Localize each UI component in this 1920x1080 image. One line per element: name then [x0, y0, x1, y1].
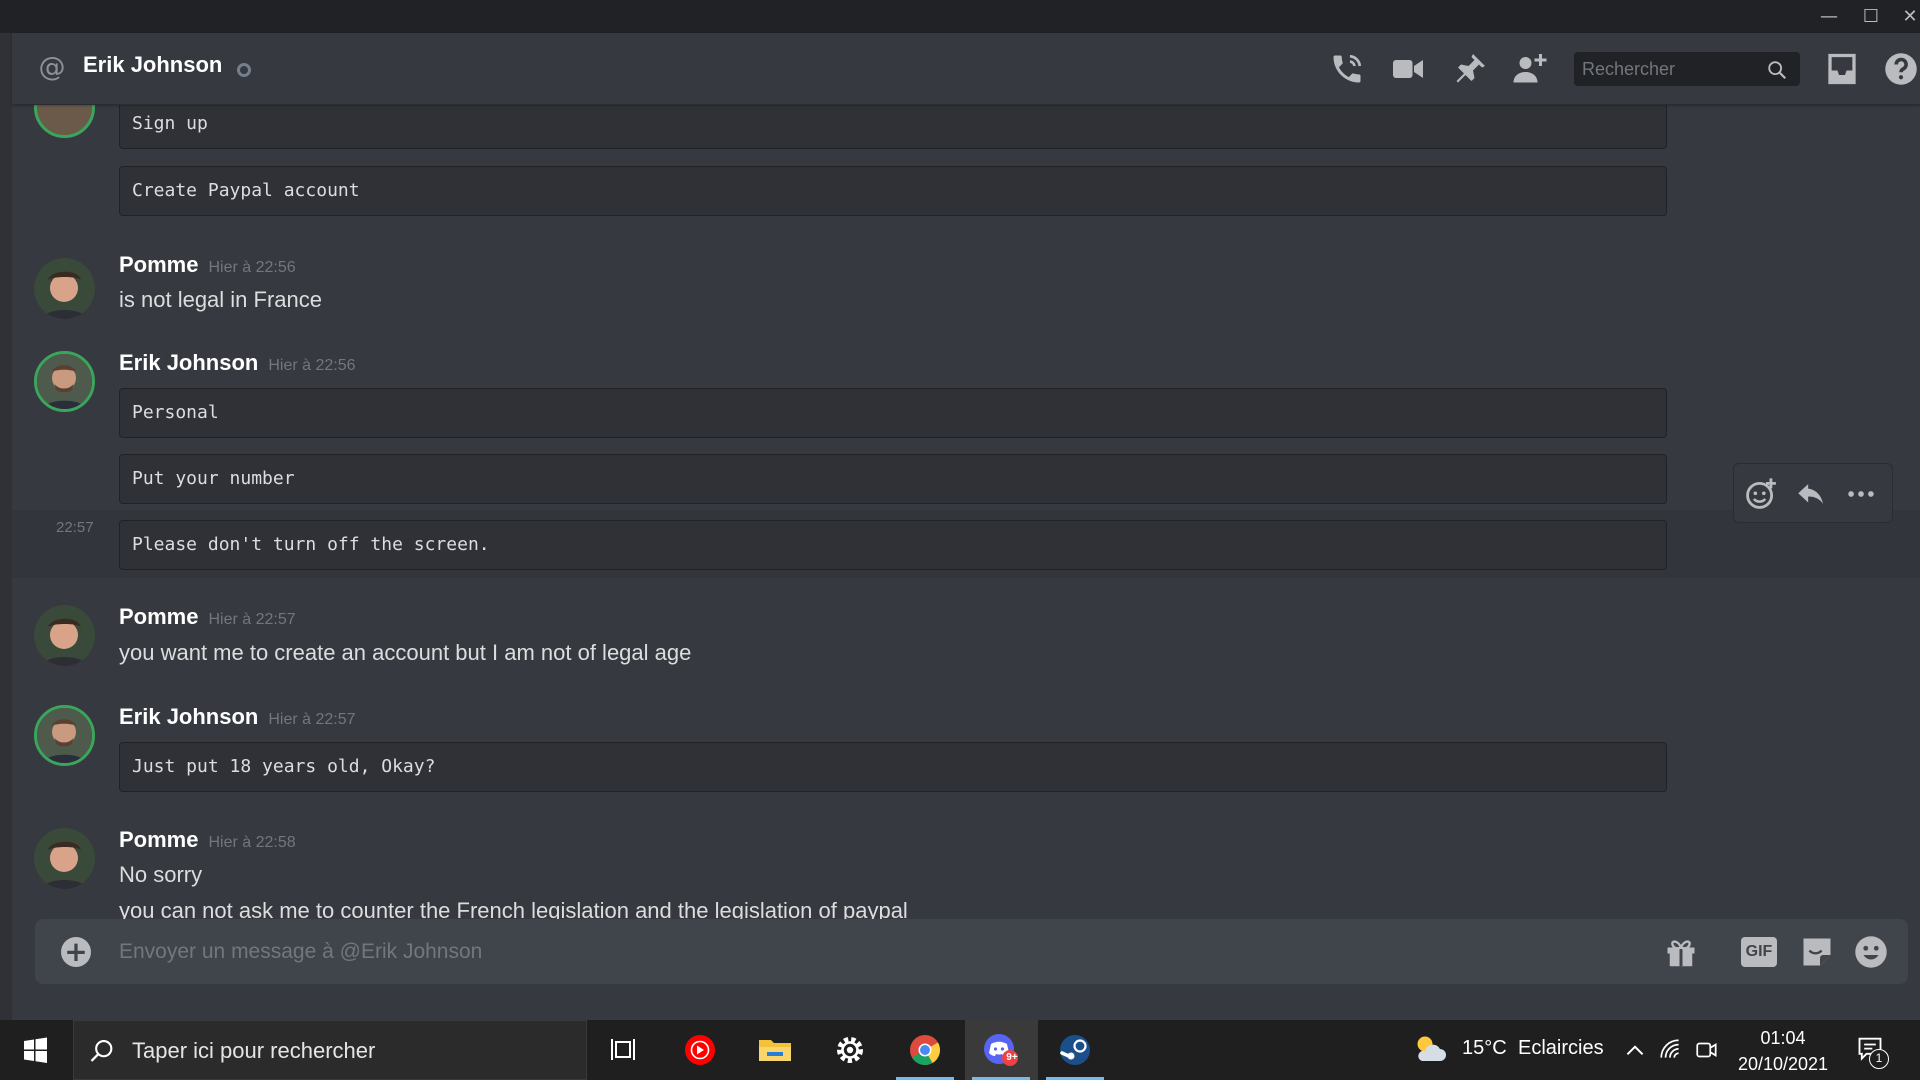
task-view-icon[interactable]: [590, 1020, 660, 1080]
clock-time: 01:04: [1760, 1028, 1806, 1048]
weather-temp: 15°C: [1462, 1037, 1507, 1059]
meet-now-icon[interactable]: [1694, 1037, 1720, 1063]
taskbar-search-box[interactable]: Taper ici pour rechercher: [73, 1020, 587, 1080]
message-author[interactable]: Pomme Hier à 22:58: [119, 827, 296, 853]
message-actions-toolbar: [1733, 463, 1893, 523]
avatar-image: [37, 354, 92, 409]
partly-sunny-icon: [1417, 1036, 1446, 1061]
discord-icon: [984, 1034, 1018, 1066]
chrome-icon[interactable]: [890, 1020, 960, 1080]
add-reaction-icon[interactable]: [1744, 477, 1778, 511]
steam-icon[interactable]: [1040, 1020, 1110, 1080]
message-timestamp: Hier à 22:56: [208, 259, 296, 276]
at-icon: @: [38, 52, 66, 83]
author-name[interactable]: Pomme: [119, 252, 198, 277]
code-block: Personal: [119, 388, 1667, 438]
author-name[interactable]: Pomme: [119, 827, 198, 852]
taskbar-search-placeholder: Taper ici pour rechercher: [132, 1038, 376, 1063]
notification-count-badge: 1: [1869, 1049, 1889, 1069]
code-block: Put your number: [119, 454, 1667, 504]
chevron-up-icon[interactable]: [1622, 1037, 1648, 1063]
emoji-icon[interactable]: [1853, 934, 1889, 970]
code-block: Please don't turn off the screen.: [119, 520, 1667, 570]
discord-taskbar-button[interactable]: 9+: [965, 1020, 1038, 1080]
avatar-image: [34, 605, 95, 666]
message-list: Sign up Create Paypal account Pomme Hier …: [12, 105, 1920, 920]
gif-icon[interactable]: GIF: [1741, 937, 1777, 967]
video-icon[interactable]: [1390, 51, 1426, 87]
author-name[interactable]: Pomme: [119, 604, 198, 629]
code-block: Just put 18 years old, Okay?: [119, 742, 1667, 792]
gift-icon[interactable]: [1663, 934, 1699, 970]
message-composer: + GIF: [35, 919, 1908, 984]
left-edge: [0, 33, 12, 1020]
message-author[interactable]: Pomme Hier à 22:57: [119, 604, 296, 630]
message-timestamp: Hier à 22:56: [268, 357, 356, 374]
avatar[interactable]: [34, 828, 95, 889]
more-icon[interactable]: [1844, 477, 1878, 511]
message-author[interactable]: Pomme Hier à 22:56: [119, 252, 296, 278]
settings-icon[interactable]: [815, 1020, 885, 1080]
code-block: Create Paypal account: [119, 166, 1667, 216]
code-block: Sign up: [119, 105, 1667, 149]
search-box[interactable]: [1574, 52, 1800, 86]
youtube-music-icon[interactable]: [665, 1020, 735, 1080]
avatar-image: [37, 708, 92, 763]
message-author[interactable]: Erik Johnson Hier à 22:57: [119, 704, 356, 730]
author-name[interactable]: Erik Johnson: [119, 350, 258, 375]
close-button[interactable]: ✕: [1890, 0, 1920, 33]
pin-icon[interactable]: [1452, 51, 1488, 87]
search-icon: [90, 1040, 113, 1062]
minimize-button[interactable]: —: [1809, 0, 1849, 33]
inbox-icon[interactable]: [1824, 51, 1860, 87]
help-icon[interactable]: [1883, 51, 1919, 87]
channel-header: @ Erik Johnson: [12, 33, 1920, 105]
file-explorer-icon[interactable]: [740, 1020, 810, 1080]
avatar[interactable]: [34, 705, 95, 766]
network-icon[interactable]: [1658, 1037, 1684, 1063]
message-text: you want me to create an account but I a…: [119, 640, 692, 665]
search-icon: [1768, 61, 1787, 80]
notifications-button[interactable]: 1: [1856, 1034, 1890, 1069]
add-friend-icon[interactable]: [1512, 51, 1548, 87]
avatar[interactable]: [34, 105, 95, 138]
message-text: is not legal in France: [119, 287, 322, 312]
taskbar-clock[interactable]: 01:04 20/10/2021: [1728, 1025, 1838, 1077]
message-timestamp: Hier à 22:57: [268, 711, 356, 728]
message-author[interactable]: Erik Johnson Hier à 22:56: [119, 350, 356, 376]
message-input[interactable]: [119, 919, 1619, 984]
maximize-button[interactable]: ☐: [1851, 0, 1891, 33]
status-indicator: [237, 63, 251, 77]
message-timestamp: Hier à 22:57: [208, 611, 296, 628]
avatar[interactable]: [34, 351, 95, 412]
avatar[interactable]: [34, 258, 95, 319]
author-name[interactable]: Erik Johnson: [119, 704, 258, 729]
dm-name: Erik Johnson: [83, 52, 223, 77]
avatar-image: [34, 828, 95, 889]
clock-date: 20/10/2021: [1737, 1054, 1829, 1074]
reply-icon[interactable]: [1794, 477, 1828, 511]
windows-start-icon[interactable]: [0, 1020, 70, 1080]
discord-badge: 9+: [1006, 1052, 1018, 1063]
search-input[interactable]: [1582, 52, 1762, 86]
sticker-icon[interactable]: [1799, 934, 1835, 970]
windows-taskbar: Taper ici pour rechercher 9+ 15°C Eclair…: [0, 1020, 1920, 1080]
avatar-image: [34, 258, 95, 319]
weather-desc: Eclaircies: [1518, 1037, 1604, 1059]
message-text: you can not ask me to counter the French…: [119, 898, 908, 920]
attach-plus-icon[interactable]: +: [61, 937, 91, 967]
window-titlebar: — ☐ ✕: [0, 0, 1920, 33]
call-icon[interactable]: [1329, 51, 1365, 87]
message-side-timestamp: 22:57: [56, 519, 94, 536]
message-text: No sorry: [119, 862, 203, 887]
message-timestamp: Hier à 22:58: [208, 834, 296, 851]
avatar[interactable]: [34, 605, 95, 666]
